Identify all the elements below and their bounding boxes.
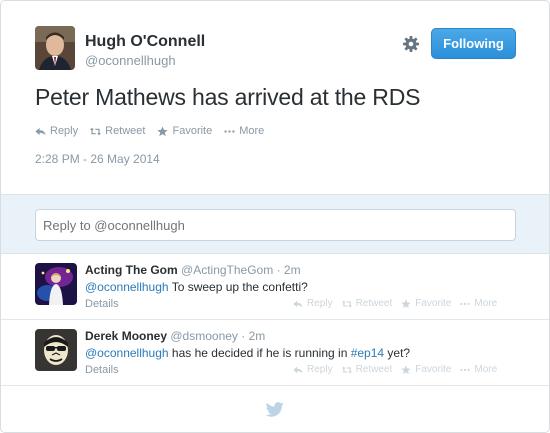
reply-actions: Reply Retweet Favorite More <box>293 298 497 309</box>
reply-label: Reply <box>50 125 79 137</box>
more-label: More <box>474 298 498 309</box>
retweet-icon <box>90 127 102 135</box>
reply-icon <box>293 366 303 373</box>
reply-label: Reply <box>307 298 333 309</box>
reply-tweet: Acting The Gom @ActingTheGom · 2m @oconn… <box>1 254 549 320</box>
reply-header: Acting The Gom @ActingTheGom · 2m <box>85 263 301 277</box>
gear-icon[interactable] <box>402 35 420 53</box>
favorite-action[interactable]: Favorite <box>157 125 212 137</box>
favorite-action[interactable]: Favorite <box>401 298 451 309</box>
avatar[interactable] <box>35 263 77 305</box>
reply-text: @oconnellhugh To sweep up the confetti? <box>85 280 308 294</box>
reply-time[interactable]: · 2m <box>277 263 301 277</box>
reply-actions: Reply Retweet Favorite More <box>293 364 497 375</box>
favorite-icon <box>401 364 411 374</box>
favorite-action[interactable]: Favorite <box>401 364 451 375</box>
more-icon <box>224 129 235 133</box>
favorite-icon <box>401 298 411 308</box>
reply-action[interactable]: Reply <box>293 298 333 309</box>
author-name[interactable]: Hugh O'Connell <box>85 33 205 51</box>
reply-tweet: Derek Mooney @dsmooney · 2m @oconnellhug… <box>1 320 549 386</box>
more-icon <box>460 302 471 305</box>
retweet-label: Retweet <box>355 364 393 375</box>
reply-input[interactable] <box>35 209 516 241</box>
avatar[interactable] <box>35 329 77 371</box>
favorite-label: Favorite <box>415 364 452 375</box>
retweet-label: Retweet <box>105 125 146 137</box>
more-action[interactable]: More <box>460 364 497 375</box>
avatar[interactable] <box>35 26 75 70</box>
hashtag-link[interactable]: #ep14 <box>351 346 384 360</box>
more-label: More <box>239 125 265 137</box>
twitter-bird-icon[interactable] <box>265 402 284 417</box>
favorite-label: Favorite <box>415 298 452 309</box>
tweet-text: Peter Mathews has arrived at the RDS <box>35 84 421 110</box>
more-label: More <box>474 364 498 375</box>
reply-action[interactable]: Reply <box>293 364 333 375</box>
reply-body-end: yet? <box>384 346 411 360</box>
more-action[interactable]: More <box>224 125 264 137</box>
reply-area <box>1 194 549 254</box>
reply-time[interactable]: · 2m <box>241 329 265 343</box>
reply-action[interactable]: Reply <box>35 125 78 137</box>
mention-link[interactable]: @oconnellhugh <box>85 346 169 360</box>
tweet-actions: Reply Retweet Favorite More <box>35 125 264 137</box>
reply-icon <box>293 300 303 307</box>
mention-link[interactable]: @oconnellhugh <box>85 280 169 294</box>
details-link[interactable]: Details <box>85 298 119 310</box>
reply-author-handle[interactable]: @dsmooney <box>170 329 238 343</box>
reply-header: Derek Mooney @dsmooney · 2m <box>85 329 265 343</box>
reply-icon <box>35 127 46 135</box>
author-handle[interactable]: @oconnellhugh <box>85 53 176 68</box>
retweet-icon <box>341 299 352 308</box>
reply-label: Reply <box>307 364 333 375</box>
reply-author-handle[interactable]: @ActingTheGom <box>181 263 273 277</box>
tweet-timestamp[interactable]: 2:28 PM - 26 May 2014 <box>35 152 160 166</box>
more-action[interactable]: More <box>460 298 497 309</box>
favorite-icon <box>157 125 169 136</box>
reply-body: has he decided if he is running in <box>168 346 351 360</box>
details-link[interactable]: Details <box>85 364 119 376</box>
reply-author-name[interactable]: Acting The Gom <box>85 263 178 277</box>
retweet-action[interactable]: Retweet <box>341 298 393 309</box>
favorite-label: Favorite <box>172 125 213 137</box>
reply-body: To sweep up the confetti? <box>168 280 308 294</box>
retweet-action[interactable]: Retweet <box>341 364 393 375</box>
tweet-embed: Hugh O'Connell @oconnellhugh Following P… <box>0 0 550 433</box>
following-button[interactable]: Following <box>431 28 516 59</box>
retweet-action[interactable]: Retweet <box>90 125 145 137</box>
retweet-icon <box>341 365 352 374</box>
reply-text: @oconnellhugh has he decided if he is ru… <box>85 346 410 360</box>
retweet-label: Retweet <box>355 298 393 309</box>
more-icon <box>460 368 471 371</box>
reply-author-name[interactable]: Derek Mooney <box>85 329 167 343</box>
main-tweet: Hugh O'Connell @oconnellhugh Following P… <box>1 1 549 194</box>
